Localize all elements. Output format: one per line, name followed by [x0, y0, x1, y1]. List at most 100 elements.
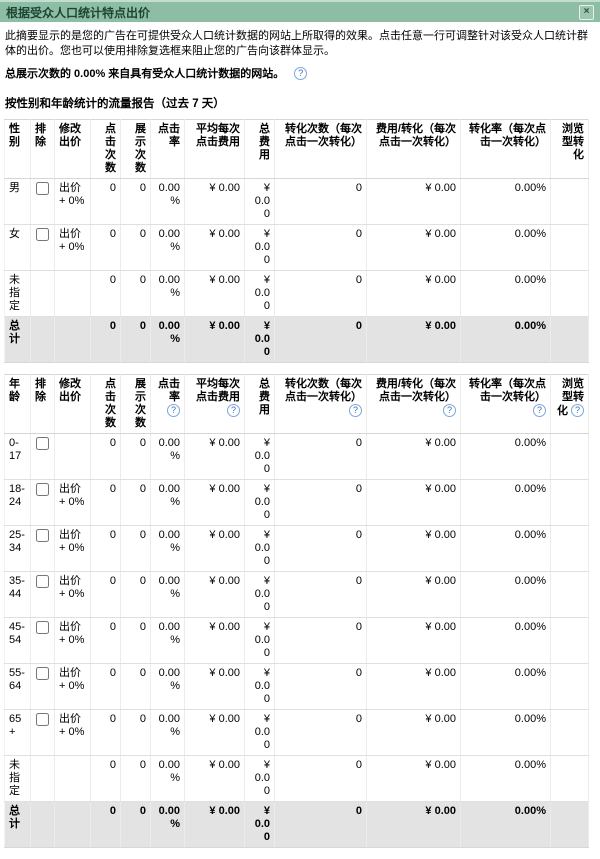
column-header-label: 转化率（每次点击一次转化）	[469, 123, 546, 148]
table-row[interactable]: 未指定000.00%¥ 0.00¥ 0.000¥ 0.000.00%	[5, 271, 589, 317]
row-label: 18-24	[5, 480, 31, 526]
value-cell: 0	[91, 317, 121, 363]
value-cell: ¥ 0.00	[245, 572, 275, 618]
tables-container: 性别排除修改出价点击次数展示次数点击率平均每次点击费用总费用转化次数（每次点击一…	[0, 119, 600, 848]
table-row[interactable]: 55-64出价 + 0%000.00%¥ 0.00¥ 0.000¥ 0.000.…	[5, 664, 589, 710]
value-cell: ¥ 0.00	[245, 526, 275, 572]
value-cell: ¥ 0.00	[367, 618, 461, 664]
column-header-label: 展示次数	[135, 123, 146, 174]
value-cell: ¥ 0.00	[185, 710, 245, 756]
help-icon[interactable]: ?	[227, 404, 240, 417]
help-icon[interactable]: ?	[443, 404, 456, 417]
column-header-label: 费用/转化（每次点击一次转化）	[376, 378, 456, 403]
column-header: 费用/转化（每次点击一次转化）	[367, 120, 461, 179]
value-cell	[551, 802, 589, 848]
value-cell: ¥ 0.00	[185, 317, 245, 363]
value-cell: 0.00%	[461, 179, 551, 225]
table-row[interactable]: 65+出价 + 0%000.00%¥ 0.00¥ 0.000¥ 0.000.00…	[5, 710, 589, 756]
column-header: 修改出价	[55, 375, 91, 434]
column-header-label: 浏览型转化	[562, 123, 584, 161]
column-header: 修改出价	[55, 120, 91, 179]
bid-adjust	[55, 802, 91, 848]
value-cell: 0.00%	[461, 756, 551, 802]
table-row[interactable]: 18-24出价 + 0%000.00%¥ 0.00¥ 0.000¥ 0.000.…	[5, 480, 589, 526]
value-cell: 0.00%	[151, 480, 185, 526]
close-icon[interactable]: ×	[579, 5, 594, 20]
value-cell	[551, 572, 589, 618]
bid-adjust: 出价 + 0%	[55, 225, 91, 271]
value-cell	[551, 271, 589, 317]
table-row[interactable]: 25-34出价 + 0%000.00%¥ 0.00¥ 0.000¥ 0.000.…	[5, 526, 589, 572]
value-cell: ¥ 0.00	[185, 480, 245, 526]
exclude-checkbox[interactable]	[36, 483, 49, 496]
value-cell: 0.00%	[151, 664, 185, 710]
column-header: 点击次数	[91, 375, 121, 434]
header-row: 年龄排除修改出价点击次数展示次数点击率?平均每次点击费用?总费用转化次数（每次点…	[5, 375, 589, 434]
bid-adjust: 出价 + 0%	[55, 526, 91, 572]
help-icon[interactable]: ?	[294, 67, 307, 80]
exclude-checkbox[interactable]	[36, 621, 49, 634]
bid-adjust	[55, 271, 91, 317]
value-cell	[551, 526, 589, 572]
value-cell: ¥ 0.00	[185, 271, 245, 317]
value-cell: 0	[275, 572, 367, 618]
table-row[interactable]: 0-17000.00%¥ 0.00¥ 0.000¥ 0.000.00%	[5, 434, 589, 480]
impressions-summary-text: 总展示次数的 0.00% 来自具有受众人口统计数据的网站。	[5, 65, 284, 81]
value-cell: 0	[91, 271, 121, 317]
value-cell: ¥ 0.00	[367, 664, 461, 710]
value-cell: 0.00%	[461, 572, 551, 618]
exclude-cell	[31, 271, 55, 317]
help-icon[interactable]: ?	[167, 404, 180, 417]
value-cell: 0	[275, 802, 367, 848]
dialog-titlebar: 根据受众人口统计特点出价 ×	[0, 0, 600, 22]
column-header: 转化率（每次点击一次转化）	[461, 120, 551, 179]
help-icon[interactable]: ?	[533, 404, 546, 417]
column-header: 排除	[31, 120, 55, 179]
table-row[interactable]: 35-44出价 + 0%000.00%¥ 0.00¥ 0.000¥ 0.000.…	[5, 572, 589, 618]
exclude-checkbox[interactable]	[36, 182, 49, 195]
value-cell: 0	[91, 756, 121, 802]
value-cell: ¥ 0.00	[367, 179, 461, 225]
table-row[interactable]: 45-54出价 + 0%000.00%¥ 0.00¥ 0.000¥ 0.000.…	[5, 618, 589, 664]
value-cell: 0	[91, 618, 121, 664]
total-row: 总计000.00%¥ 0.00¥ 0.000¥ 0.000.00%	[5, 802, 589, 848]
table-row[interactable]: 未指定000.00%¥ 0.00¥ 0.000¥ 0.000.00%	[5, 756, 589, 802]
exclude-checkbox[interactable]	[36, 228, 49, 241]
bid-adjust: 出价 + 0%	[55, 480, 91, 526]
table-row[interactable]: 男出价 + 0%000.00%¥ 0.00¥ 0.000¥ 0.000.00%	[5, 179, 589, 225]
column-header-label: 性别	[9, 123, 20, 148]
exclude-checkbox[interactable]	[36, 529, 49, 542]
value-cell: ¥ 0.00	[245, 710, 275, 756]
value-cell: 0.00%	[151, 756, 185, 802]
value-cell: 0	[121, 480, 151, 526]
value-cell: 0	[91, 480, 121, 526]
value-cell: 0	[121, 434, 151, 480]
value-cell: ¥ 0.00	[367, 271, 461, 317]
value-cell: 0.00%	[151, 802, 185, 848]
column-header-label: 展示次数	[135, 378, 146, 429]
value-cell: 0	[275, 664, 367, 710]
exclude-cell	[31, 572, 55, 618]
value-cell: 0.00%	[461, 526, 551, 572]
exclude-checkbox[interactable]	[36, 575, 49, 588]
table-row[interactable]: 女出价 + 0%000.00%¥ 0.00¥ 0.000¥ 0.000.00%	[5, 225, 589, 271]
column-header: 年龄	[5, 375, 31, 434]
exclude-cell	[31, 526, 55, 572]
row-label: 未指定	[5, 756, 31, 802]
help-icon[interactable]: ?	[571, 404, 584, 417]
value-cell: ¥ 0.00	[185, 434, 245, 480]
value-cell: ¥ 0.00	[245, 225, 275, 271]
value-cell	[551, 710, 589, 756]
column-header: 转化次数（每次点击一次转化）	[275, 120, 367, 179]
column-header: 浏览型转化?	[551, 375, 589, 434]
row-label: 女	[5, 225, 31, 271]
bid-adjust	[55, 756, 91, 802]
bid-adjust: 出价 + 0%	[55, 618, 91, 664]
value-cell	[551, 618, 589, 664]
value-cell: ¥ 0.00	[185, 664, 245, 710]
exclude-checkbox[interactable]	[36, 667, 49, 680]
exclude-checkbox[interactable]	[36, 713, 49, 726]
help-icon[interactable]: ?	[349, 404, 362, 417]
value-cell: 0	[121, 317, 151, 363]
exclude-checkbox[interactable]	[36, 437, 49, 450]
